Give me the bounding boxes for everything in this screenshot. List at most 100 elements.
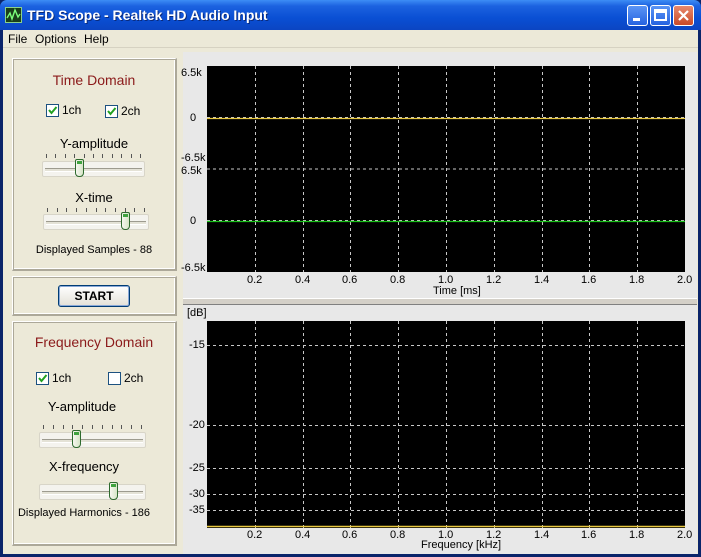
- time-x-tick-label: 1.4: [534, 274, 550, 286]
- freq-x-frequency-label: X-frequency: [48, 459, 120, 474]
- time-scope-view[interactable]: 6.5k 0 -6.5k 6.5k 0 -6.5k 0.2 0.4 0.6 0.8 1.0 1.2 1…: [181, 52, 697, 298]
- time-x-tick-label: 2.0: [677, 274, 693, 286]
- ch1-y-zero-label: 0: [190, 112, 197, 124]
- slider-tick: [63, 425, 64, 429]
- slider-thumb[interactable]: [121, 212, 130, 230]
- freq-x-frequency-slider[interactable]: [39, 482, 146, 500]
- slider-tick: [82, 425, 83, 429]
- time-domain-title: Time Domain: [52, 72, 136, 88]
- ch2-y-max-label: 6.5k: [181, 165, 202, 177]
- slider-tick: [72, 425, 73, 429]
- slider-tick: [47, 208, 48, 212]
- scope-splitter[interactable]: [183, 298, 697, 305]
- time-domain-panel: Time Domain 1ch 2ch Y-amplitude X-time D…: [12, 58, 177, 271]
- ch1-y-max-label: 6.5k: [181, 67, 202, 79]
- menu-file[interactable]: File: [8, 32, 27, 46]
- time-y-amplitude-label: Y-amplitude: [59, 136, 129, 151]
- slider-tick: [93, 154, 94, 158]
- time-ch2-box[interactable]: [105, 104, 118, 118]
- minimize-icon: [633, 18, 640, 21]
- freq-x-tick-label: 0.8: [390, 529, 406, 541]
- minimize-button[interactable]: [627, 5, 648, 26]
- time-x-time-label: X-time: [75, 190, 113, 205]
- close-button[interactable]: [673, 5, 694, 26]
- start-panel: START: [12, 276, 177, 316]
- time-x-tick-label: 0.8: [390, 274, 406, 286]
- freq-x-tick-label: 1.8: [629, 529, 645, 541]
- freq-x-tick-label: 1.6: [581, 529, 597, 541]
- slider-tick: [134, 208, 135, 212]
- time-x-ticks: [47, 208, 145, 213]
- time-x-tick-label: 1.2: [486, 274, 502, 286]
- slider-thumb[interactable]: [72, 430, 81, 448]
- displayed-harmonics-text: Displayed Harmonics - 186: [17, 507, 151, 519]
- client-area: File Options Help Time Domain 1ch 2ch Y-…: [3, 30, 698, 554]
- check-icon: [38, 373, 48, 383]
- scope-app-icon: [5, 7, 22, 23]
- freq-y-amplitude-label: Y-amplitude: [47, 399, 117, 414]
- slider-tick: [131, 154, 132, 158]
- displayed-samples-text: Displayed Samples - 88: [35, 244, 153, 256]
- ch2-y-min-label: -6.5k: [181, 262, 206, 274]
- time-ch2-label: 2ch: [121, 104, 141, 118]
- freq-ch2-label: 2ch: [124, 371, 144, 385]
- slider-tick: [102, 154, 103, 158]
- time-ch1-box[interactable]: [46, 103, 59, 117]
- slider-tick: [105, 208, 106, 212]
- slider-tick: [96, 208, 97, 212]
- freq-x-tick-label: 0.2: [247, 529, 263, 541]
- time-y-amplitude-slider[interactable]: [42, 159, 145, 177]
- maximize-icon: [654, 9, 667, 21]
- menu-options[interactable]: Options: [35, 32, 76, 46]
- time-ch1-checkbox[interactable]: 1ch: [46, 103, 81, 117]
- frequency-domain-title: Frequency Domain: [34, 334, 154, 350]
- slider-track: [42, 491, 143, 495]
- freq-y-axis-label: [dB]: [187, 307, 207, 319]
- time-x-tick-label: 1.8: [629, 274, 645, 286]
- ch2-y-zero-label: 0: [190, 215, 197, 227]
- freq-ch1-checkbox[interactable]: 1ch: [36, 371, 71, 385]
- freq-y-tick-label: -25: [189, 462, 205, 474]
- slider-tick: [92, 425, 93, 429]
- time-x-tick-label: 0.6: [342, 274, 358, 286]
- freq-ch2-checkbox[interactable]: 2ch: [108, 371, 143, 385]
- time-plot-area[interactable]: [207, 66, 685, 272]
- menu-bar: File Options Help: [3, 30, 698, 48]
- title-bar[interactable]: TFD Scope - Realtek HD Audio Input: [0, 0, 701, 30]
- slider-tick: [76, 208, 77, 212]
- time-ch2-checkbox[interactable]: 2ch: [105, 104, 140, 118]
- start-button[interactable]: START: [58, 285, 130, 307]
- freq-plot-area[interactable]: [207, 321, 685, 528]
- freq-x-tick-label: 1.4: [534, 529, 550, 541]
- slider-tick: [131, 425, 132, 429]
- slider-tick: [65, 154, 66, 158]
- maximize-button[interactable]: [650, 5, 671, 26]
- slider-tick: [112, 425, 113, 429]
- time-x-time-slider[interactable]: [43, 212, 149, 230]
- slider-tick: [125, 208, 126, 212]
- slider-tick: [53, 425, 54, 429]
- freq-y-tick-label: -35: [189, 504, 205, 516]
- slider-thumb[interactable]: [75, 159, 84, 177]
- menu-help[interactable]: Help: [84, 32, 109, 46]
- freq-y-amplitude-slider[interactable]: [39, 430, 146, 448]
- slider-tick: [121, 425, 122, 429]
- freq-x-axis-label: Frequency [kHz]: [421, 539, 502, 551]
- freq-x-tick-label: 0.4: [295, 529, 311, 541]
- frequency-scope-view[interactable]: [dB] -15 -20 -25 -30 -35 0.2 0.4 0.6 0.8 1.0 1.2 1…: [183, 305, 697, 554]
- slider-thumb[interactable]: [109, 482, 118, 500]
- window-title: TFD Scope - Realtek HD Audio Input: [27, 7, 268, 23]
- slider-tick: [102, 425, 103, 429]
- time-x-tick-label: 1.6: [581, 274, 597, 286]
- app-window: TFD Scope - Realtek HD Audio Input File …: [0, 0, 701, 557]
- slider-tick: [46, 154, 47, 158]
- freq-grid: [207, 321, 685, 528]
- freq-ch2-box[interactable]: [108, 371, 121, 385]
- slider-tick: [55, 154, 56, 158]
- freq-y-ticks: [43, 425, 142, 430]
- slider-tick: [74, 154, 75, 158]
- freq-ch1-label: 1ch: [52, 371, 72, 385]
- freq-ch1-box[interactable]: [36, 371, 49, 385]
- time-y-ticks: [46, 154, 141, 159]
- slider-track: [45, 168, 142, 172]
